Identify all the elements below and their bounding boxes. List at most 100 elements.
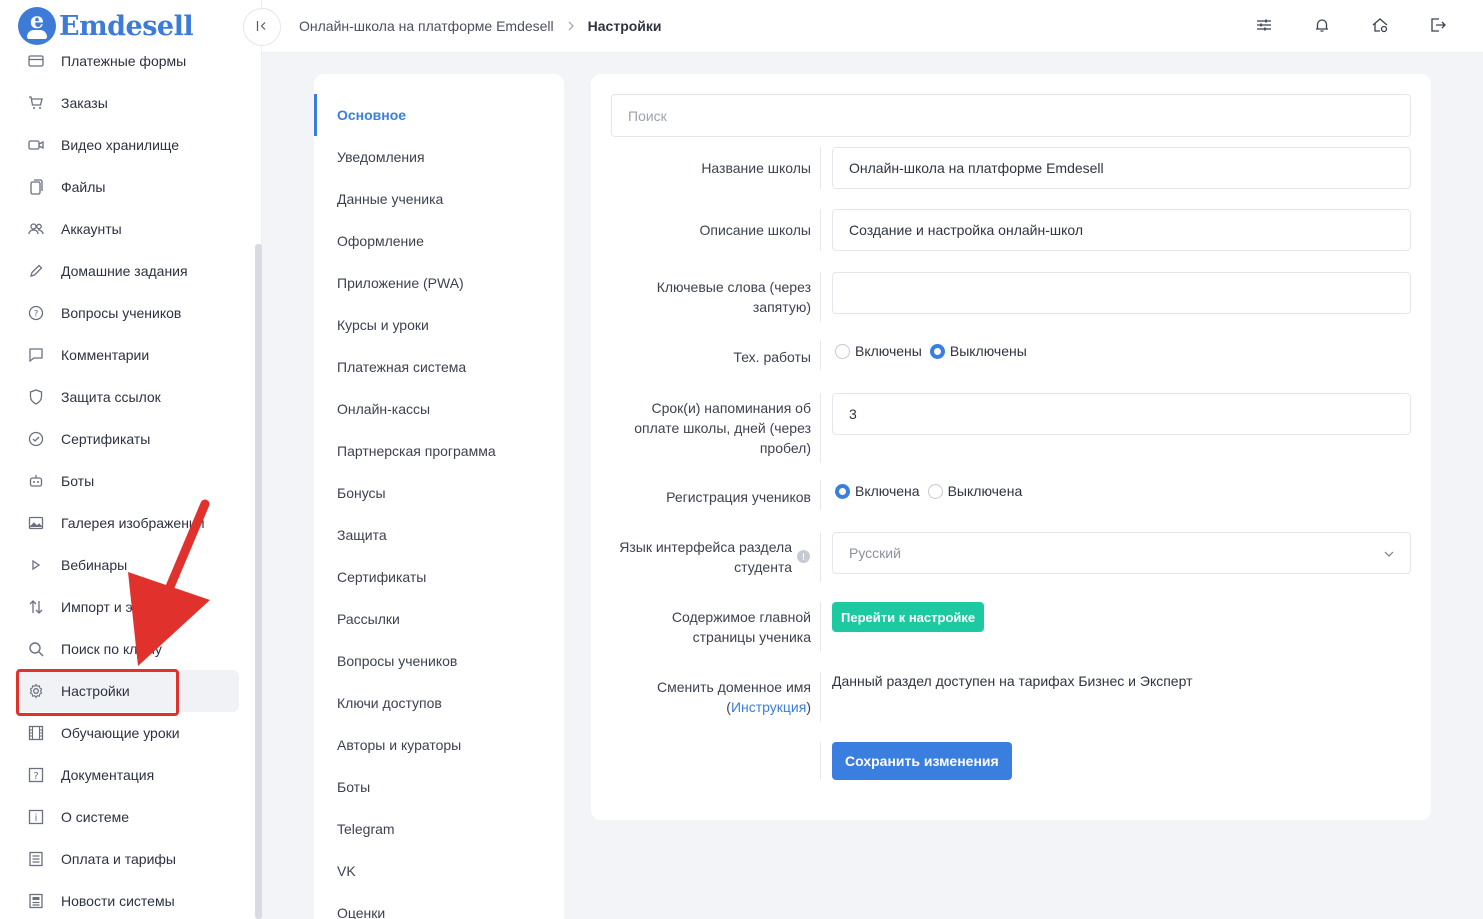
sidebar-item-label: Оплата и тарифы xyxy=(61,851,176,867)
gear-icon xyxy=(28,683,44,699)
sidebar-item-documentation[interactable]: ? Документация xyxy=(18,754,239,796)
news-icon xyxy=(28,893,44,909)
settings-tab-telegram[interactable]: Telegram xyxy=(314,808,564,850)
brand-name: Emdesell xyxy=(59,10,194,42)
sidebar-item-key-search[interactable]: Поиск по ключу xyxy=(18,628,239,670)
settings-tab-online-cash[interactable]: Онлайн-кассы xyxy=(314,388,564,430)
settings-tab-ratings[interactable]: Оценки xyxy=(314,892,564,919)
chevron-down-icon xyxy=(1384,546,1394,560)
settings-tab-mailings[interactable]: Рассылки xyxy=(314,598,564,640)
sidebar-item-files[interactable]: Файлы xyxy=(18,166,239,208)
row-main-page: Содержимое главной страницы ученика Пере… xyxy=(611,602,1411,652)
maintenance-off-radio[interactable] xyxy=(929,343,945,359)
go-to-settings-button[interactable]: Перейти к настройке xyxy=(832,602,985,632)
breadcrumb: Онлайн-школа на платформе Emdesell Настр… xyxy=(299,18,662,34)
bot-icon xyxy=(28,473,44,489)
sidebar-item-image-gallery[interactable]: Галерея изображений xyxy=(18,502,239,544)
maintenance-on-radio[interactable] xyxy=(835,343,850,359)
school-description-label: Описание школы xyxy=(699,222,811,238)
save-changes-button[interactable]: Сохранить изменения xyxy=(832,742,1012,780)
reminders-input[interactable] xyxy=(832,393,1411,435)
collapse-left-icon xyxy=(256,20,268,35)
top-actions xyxy=(1255,16,1447,34)
language-select[interactable]: Русский xyxy=(832,532,1411,574)
film-icon xyxy=(28,725,44,741)
main-page-label: Содержимое главной страницы ученика xyxy=(611,607,811,647)
sidebar-item-label: Поиск по ключу xyxy=(61,641,162,657)
settings-tab-courses[interactable]: Курсы и уроки xyxy=(314,304,564,346)
settings-search-input[interactable] xyxy=(611,94,1411,137)
sidebar-item-news[interactable]: Новости системы xyxy=(18,880,239,919)
sidebar-item-billing[interactable]: Оплата и тарифы xyxy=(18,838,239,880)
help-box-icon: ? xyxy=(28,767,44,783)
settings-tab-pwa[interactable]: Приложение (PWA) xyxy=(314,262,564,304)
settings-tab-notifications[interactable]: Уведомления xyxy=(314,136,564,178)
language-label: Язык интерфейса раздела студента xyxy=(611,537,792,577)
registration-off-label[interactable]: Выключена xyxy=(948,483,1023,499)
logout-icon[interactable] xyxy=(1429,16,1447,34)
sidebar-item-link-protection[interactable]: Защита ссылок xyxy=(18,376,239,418)
maintenance-off-label[interactable]: Выключены xyxy=(950,343,1027,359)
receipt-icon xyxy=(28,851,44,867)
sidebar-item-homework[interactable]: Домашние задания xyxy=(18,250,239,292)
sidebar-item-label: Домашние задания xyxy=(61,263,188,279)
sidebar-item-certificates[interactable]: Сертификаты xyxy=(18,418,239,460)
divider xyxy=(820,272,821,322)
language-select-value: Русский xyxy=(849,545,901,561)
settings-tab-student-data[interactable]: Данные ученика xyxy=(314,178,564,220)
maintenance-on-label[interactable]: Включены xyxy=(855,343,922,359)
keywords-label: Ключевые слова (через запятую) xyxy=(611,277,811,317)
sidebar-scrollbar[interactable] xyxy=(255,244,262,919)
sidebar-item-payment-forms[interactable]: Платежные формы xyxy=(18,40,239,82)
pencil-icon xyxy=(28,263,44,279)
breadcrumb-school[interactable]: Онлайн-школа на платформе Emdesell xyxy=(299,18,554,34)
settings-tab-access-keys[interactable]: Ключи доступов xyxy=(314,682,564,724)
sidebar-item-label: Вебинары xyxy=(61,557,128,573)
sidebar-item-orders[interactable]: Заказы xyxy=(18,82,239,124)
collapse-sidebar-button[interactable] xyxy=(243,8,281,46)
sidebar-item-settings[interactable]: Настройки xyxy=(18,670,239,712)
home-settings-icon[interactable] xyxy=(1371,16,1389,34)
breadcrumb-current: Настройки xyxy=(587,18,662,34)
svg-text:?: ? xyxy=(33,771,38,782)
keywords-input[interactable] xyxy=(832,272,1411,314)
school-description-input[interactable] xyxy=(832,209,1411,251)
instruction-link[interactable]: Инструкция xyxy=(731,699,806,715)
settings-tab-appearance[interactable]: Оформление xyxy=(314,220,564,262)
sidebar-item-import-export[interactable]: Импорт и экспорт xyxy=(18,586,239,628)
row-registration: Регистрация учеников Включена Выключена xyxy=(611,480,1411,510)
info-icon[interactable]: ! xyxy=(797,550,810,563)
sidebar-item-about[interactable]: i О системе xyxy=(18,796,239,838)
sidebar-item-comments[interactable]: Комментарии xyxy=(18,334,239,376)
settings-tab-authors[interactable]: Авторы и кураторы xyxy=(314,724,564,766)
sidebar-item-label: Новости системы xyxy=(61,893,175,909)
row-reminders: Срок(и) напоминания об оплате школы, дне… xyxy=(611,393,1411,463)
divider xyxy=(820,480,821,510)
sidebar-item-accounts[interactable]: Аккаунты xyxy=(18,208,239,250)
settings-tab-protection[interactable]: Защита xyxy=(314,514,564,556)
sidebar-item-student-questions[interactable]: ? Вопросы учеников xyxy=(18,292,239,334)
settings-tab-bots[interactable]: Боты xyxy=(314,766,564,808)
school-name-input[interactable] xyxy=(832,147,1411,189)
sidebar-item-bots[interactable]: Боты xyxy=(18,460,239,502)
sidebar-item-tutorials[interactable]: Обучающие уроки xyxy=(18,712,239,754)
sidebar-item-video-storage[interactable]: Видео хранилище xyxy=(18,124,239,166)
settings-tab-payment-system[interactable]: Платежная система xyxy=(314,346,564,388)
sidebar-item-webinars[interactable]: Вебинары xyxy=(18,544,239,586)
settings-tab-bonuses[interactable]: Бонусы xyxy=(314,472,564,514)
domain-label-line: (Инструкция) xyxy=(611,697,811,717)
registration-on-label[interactable]: Включена xyxy=(855,483,920,499)
registration-on-radio[interactable] xyxy=(835,483,850,499)
shield-icon xyxy=(28,389,44,405)
divider xyxy=(820,672,821,722)
settings-tab-affiliate[interactable]: Партнерская программа xyxy=(314,430,564,472)
sidebar-item-label: Платежные формы xyxy=(61,53,187,69)
settings-tab-student-questions[interactable]: Вопросы учеников xyxy=(314,640,564,682)
settings-tab-certificates[interactable]: Сертификаты xyxy=(314,556,564,598)
settings-tab-general[interactable]: Основное xyxy=(314,94,564,136)
sidebar-item-label: Комментарии xyxy=(61,347,150,363)
sliders-icon[interactable] xyxy=(1255,16,1273,34)
registration-off-radio[interactable] xyxy=(927,483,943,499)
bell-icon[interactable] xyxy=(1313,16,1331,34)
settings-tab-vk[interactable]: VK xyxy=(314,850,564,892)
